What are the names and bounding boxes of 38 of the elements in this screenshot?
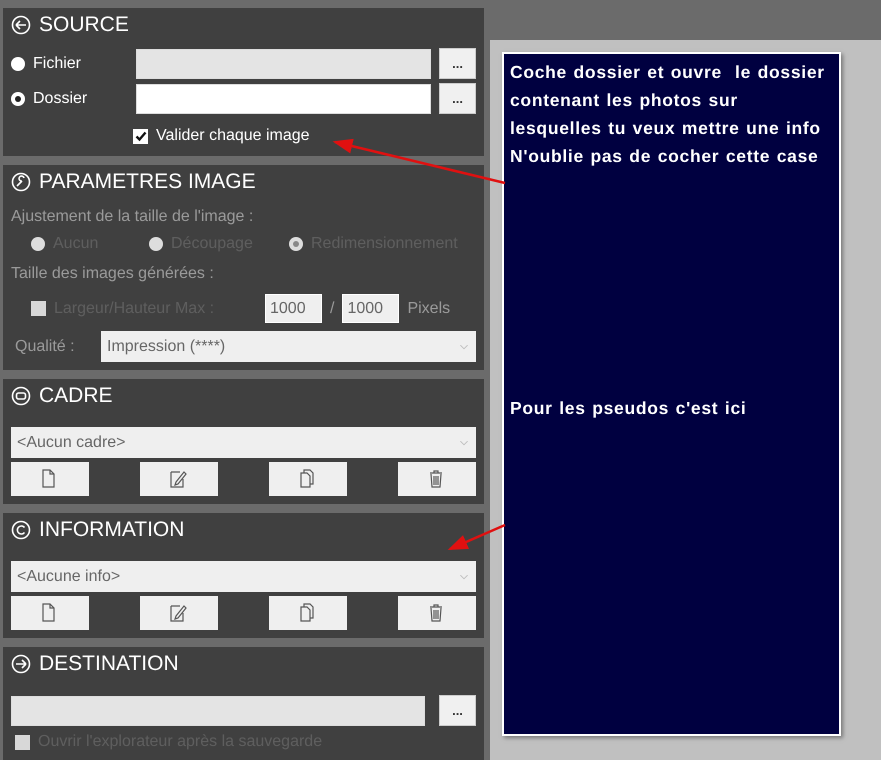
icon-button[interactable]: [398, 462, 476, 496]
radio-button[interactable]: [11, 92, 25, 106]
section-title: DESTINATION: [39, 651, 179, 678]
radio-label: Fichier: [33, 54, 82, 74]
section-title: CADRE: [39, 383, 113, 410]
wrench-icon: [11, 172, 31, 192]
field-label: Qualité :: [15, 336, 76, 356]
icon-button[interactable]: [11, 596, 89, 630]
icon-button[interactable]: [398, 596, 476, 630]
arrow: [448, 524, 506, 550]
checkbox[interactable]: [133, 128, 148, 144]
icon-button[interactable]: [140, 462, 218, 496]
separator-text: /: [330, 298, 334, 318]
note-text: Coche dossier et ouvre le dossier contenant les photos sur lesquelles tu veux mettre une info: [510, 61, 826, 140]
edit-icon: [169, 469, 189, 489]
icon-button[interactable]: [140, 596, 218, 630]
radio-label: Dossier: [33, 88, 88, 108]
browse-button[interactable]: ...: [439, 83, 476, 114]
path-field[interactable]: [136, 84, 432, 114]
unit-label: Pixels: [407, 298, 450, 318]
edit-icon: [169, 603, 189, 623]
section-title: PARAMETRES IMAGE: [39, 169, 256, 196]
note-text: Pour les pseudos c'est ici: [510, 397, 748, 420]
dropdown[interactable]: <Aucune info>: [11, 561, 476, 592]
checkbox-label: Valider chaque image: [156, 126, 310, 146]
icon-button[interactable]: [11, 462, 89, 496]
icon-button[interactable]: [269, 596, 347, 630]
section-label: Taille des images générées :: [11, 264, 215, 284]
section-label: Ajustement de la taille de l'image :: [11, 207, 254, 227]
browse-button[interactable]: ...: [439, 695, 476, 726]
copyright-icon: [11, 520, 31, 540]
frame-icon: [11, 386, 31, 406]
note-text: N'oublie pas de cocher cette case: [510, 145, 820, 168]
icon-button[interactable]: [269, 462, 347, 496]
dropdown[interactable]: <Aucun cadre>: [11, 427, 476, 458]
section-title: SOURCE: [39, 12, 129, 38]
path-field[interactable]: [11, 696, 425, 726]
section-title: INFORMATION: [39, 517, 184, 544]
